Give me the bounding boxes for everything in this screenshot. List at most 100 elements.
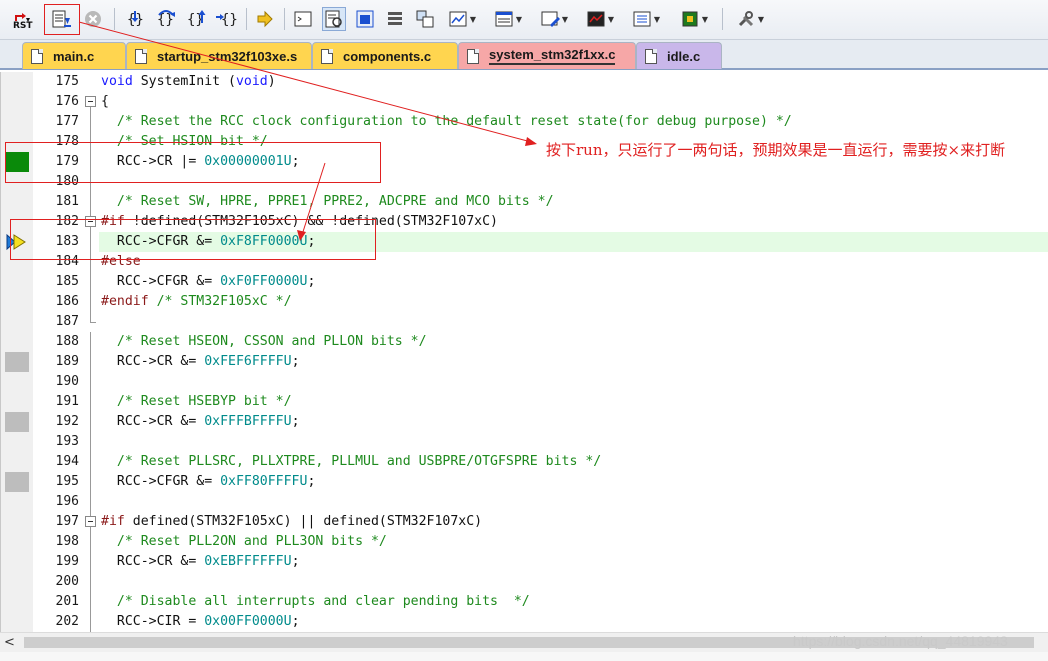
step-out-button[interactable]: {} — [184, 7, 210, 31]
memory-window-button[interactable]: ▼ — [490, 7, 526, 31]
code-line-area[interactable]: RCC->CFGR &= 0xF0FF0000U; — [99, 272, 1048, 292]
code-line-area[interactable]: RCC->CFGR &= 0xFF80FFFFU; — [99, 472, 1048, 492]
code-line-area[interactable]: /* Reset HSEBYP bit */ — [99, 392, 1048, 412]
chevron-down-icon: ▼ — [607, 14, 615, 24]
code-line-area[interactable]: /* Reset PLLSRC, PLLXTPRE, PLLMUL and US… — [99, 452, 1048, 472]
step-out-icon: {} — [187, 10, 206, 28]
code-line: 186 #endif /* STM32F105xC */ — [1, 292, 1048, 312]
tab-label: system_stm32f1xx.c — [489, 47, 616, 65]
code-line-area[interactable]: RCC->CR &= 0xEBFFFFFFU; — [99, 552, 1048, 572]
line-number: 198 — [55, 534, 79, 549]
chevron-down-icon: ▼ — [701, 14, 709, 24]
watch-window-button[interactable]: ▼ — [444, 7, 480, 31]
tab-label: components.c — [343, 48, 432, 64]
command-window-button[interactable] — [292, 7, 314, 31]
code-line-area[interactable]: RCC->CIR = 0x00FF0000U; — [99, 612, 1048, 632]
tab-startup-s[interactable]: startup_stm32f103xe.s — [126, 42, 312, 69]
system-viewer-button[interactable]: ▼ — [674, 7, 714, 31]
code-text: RCC->CFGR &= 0xF0FF0000U; — [101, 274, 316, 289]
code-line: 200 — [1, 572, 1048, 592]
code-line-area[interactable]: #endif /* STM32F105xC */ — [99, 292, 1048, 312]
fold-indicator — [85, 112, 97, 132]
code-line-area[interactable]: { — [99, 92, 1048, 112]
call-stack-window-button[interactable] — [414, 7, 436, 31]
code-line-area[interactable] — [99, 572, 1048, 592]
file-icon — [135, 48, 147, 64]
memory-icon — [495, 11, 513, 27]
tab-idle-c[interactable]: idle.c — [636, 42, 722, 69]
code-line-area[interactable]: /* Reset the RCC clock configuration to … — [99, 112, 1048, 132]
code-line-area[interactable] — [99, 492, 1048, 512]
tab-system-stm32f1xx-c[interactable]: system_stm32f1xx.c — [458, 42, 636, 69]
trace-window-button[interactable]: ▼ — [628, 7, 664, 31]
line-number: 194 — [55, 454, 79, 469]
code-text: /* Reset HSEON, CSSON and PLLON bits */ — [116, 334, 427, 349]
analysis-icon — [587, 11, 605, 27]
line-number: 176 — [55, 94, 79, 109]
editor-tab-bar: main.c startup_stm32f103xe.s components.… — [0, 40, 1048, 70]
code-line-area[interactable]: #if defined(STM32F105xC) || defined(STM3… — [99, 512, 1048, 532]
code-line-area[interactable]: /* Reset PLL2ON and PLL3ON bits */ — [99, 532, 1048, 552]
code-coverage-marker — [5, 472, 29, 492]
code-text: /* Disable all interrupts and clear pend… — [116, 594, 530, 609]
stop-button[interactable] — [82, 7, 104, 31]
fold-indicator — [85, 332, 97, 352]
symbols-window-button[interactable] — [354, 7, 376, 31]
toolbox-button[interactable]: ▼ — [730, 7, 770, 31]
line-number: 201 — [55, 594, 79, 609]
disassembly-window-button[interactable] — [322, 7, 346, 31]
code-line-area[interactable]: /* Reset SW, HPRE, PPRE1, PPRE2, ADCPRE … — [99, 192, 1048, 212]
file-icon — [467, 48, 479, 64]
code-line: 190 — [1, 372, 1048, 392]
fold-indicator — [85, 472, 97, 492]
tab-main-c[interactable]: main.c — [22, 42, 126, 69]
code-line-area[interactable]: /* Disable all interrupts and clear pend… — [99, 592, 1048, 612]
code-line: 199 RCC->CR &= 0xEBFFFFFFU; — [1, 552, 1048, 572]
line-number: 181 — [55, 194, 79, 209]
fold-indicator[interactable] — [85, 92, 97, 112]
line-number: 191 — [55, 394, 79, 409]
window-bottom-edge — [0, 652, 1048, 661]
code-text: RCC->CR &= 0xFFFBFFFFU; — [101, 414, 300, 429]
code-line-area[interactable]: RCC->CR &= 0xFEF6FFFFU; — [99, 352, 1048, 372]
fold-indicator — [85, 532, 97, 552]
scroll-left-arrow[interactable]: < — [4, 635, 15, 650]
step-over-button[interactable]: {} — [154, 7, 180, 31]
code-coverage-marker — [5, 352, 29, 372]
toolbar-separator — [284, 8, 285, 30]
analysis-window-button[interactable]: ▼ — [582, 7, 618, 31]
step-into-button[interactable]: {} — [124, 7, 150, 31]
code-text: void SystemInit (void) — [101, 74, 276, 89]
chevron-down-icon: ▼ — [561, 14, 569, 24]
registers-window-button[interactable] — [384, 7, 406, 31]
symbols-icon — [356, 10, 374, 28]
code-line-area[interactable]: /* Reset HSEON, CSSON and PLLON bits */ — [99, 332, 1048, 352]
tab-components-c[interactable]: components.c — [312, 42, 458, 69]
fold-indicator — [85, 412, 97, 432]
code-line: 177 /* Reset the RCC clock configuration… — [1, 112, 1048, 132]
serial-window-button[interactable]: ▼ — [536, 7, 572, 31]
code-line: 192 RCC->CR &= 0xFFFBFFFFU; — [1, 412, 1048, 432]
code-line-area[interactable] — [99, 312, 1048, 332]
code-text: /* Reset SW, HPRE, PPRE1, PPRE2, ADCPRE … — [116, 194, 554, 209]
file-icon — [645, 48, 657, 64]
chevron-down-icon: ▼ — [469, 14, 477, 24]
disassembly-icon — [325, 10, 342, 28]
tools-icon — [738, 11, 753, 27]
fold-indicator — [85, 452, 97, 472]
code-line-area[interactable] — [99, 372, 1048, 392]
line-number: 195 — [55, 474, 79, 489]
code-line-area[interactable] — [99, 432, 1048, 452]
code-text: RCC->CR &= 0xFEF6FFFFU; — [101, 354, 300, 369]
run-to-cursor-button[interactable]: {} — [214, 7, 240, 31]
line-number: 197 — [55, 514, 79, 529]
code-line: 189 RCC->CR &= 0xFEF6FFFFU; — [1, 352, 1048, 372]
line-number: 177 — [55, 114, 79, 129]
code-line: 187 — [1, 312, 1048, 332]
file-icon — [31, 48, 43, 64]
fold-indicator[interactable] — [85, 512, 97, 532]
code-line-area[interactable]: void SystemInit (void) — [99, 72, 1048, 92]
system-viewer-icon — [682, 11, 698, 27]
show-next-statement-button[interactable] — [254, 7, 276, 31]
code-line-area[interactable]: RCC->CR &= 0xFFFBFFFFU; — [99, 412, 1048, 432]
